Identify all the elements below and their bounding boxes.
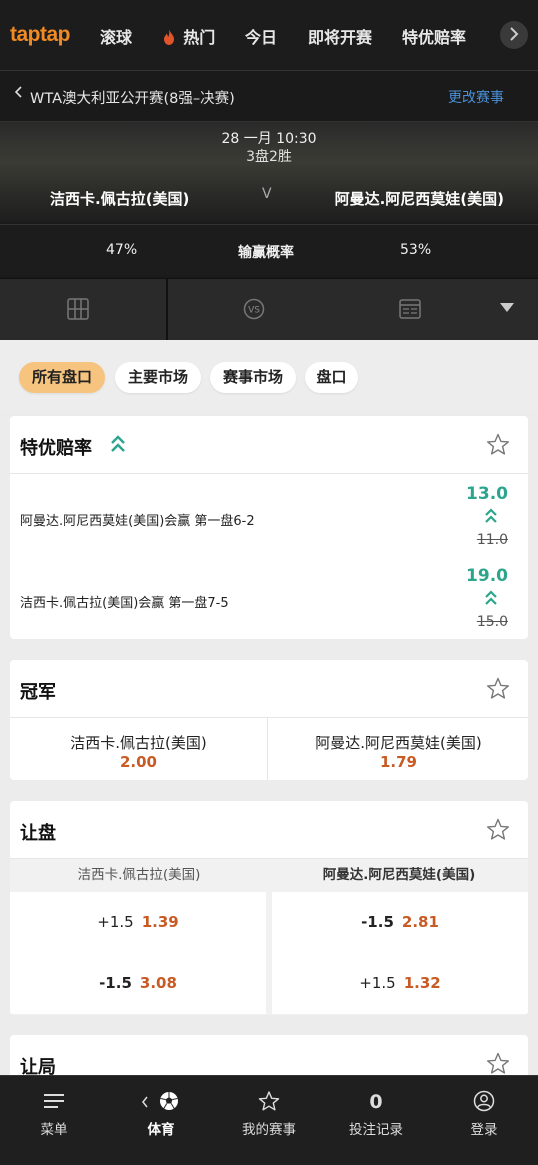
event-title[interactable]: WTA澳大利亚公开赛(8强–决赛) <box>30 87 235 108</box>
soccer-ball-icon <box>142 1092 178 1110</box>
top-nav: taptap 滚球 热门 今日 即将开赛 特优赔率 <box>0 0 538 70</box>
winner-header[interactable]: 冠军 <box>10 660 528 718</box>
handicap-odd: 1.39 <box>141 913 179 931</box>
vs-label: V <box>262 186 272 202</box>
handicap-odd: 2.81 <box>401 913 439 931</box>
handicap-line: -1.5 <box>361 913 394 931</box>
boosted-old-odd: 15.0 <box>476 614 508 630</box>
handicap-home-option[interactable]: -1.5 3.08 <box>10 953 266 1014</box>
handicap-away-option[interactable]: +1.5 1.32 <box>272 953 528 1014</box>
bottom-nav-sports[interactable]: 体育 <box>107 1076 215 1165</box>
handicap-away-option[interactable]: -1.5 2.81 <box>272 892 528 953</box>
market-filters: 所有盘口 主要市场 赛事市场 盘口 <box>0 340 538 410</box>
win-probability-row: 47% 输赢概率 53% <box>0 224 538 276</box>
winner-title: 冠军 <box>20 682 56 703</box>
nav-today[interactable]: 今日 <box>245 24 277 48</box>
event-title-row: WTA澳大利亚公开赛(8强–决赛) 更改赛事 <box>0 70 538 122</box>
scoreboard: 28 一月 10:30 3盘2胜 洁西卡.佩古拉(美国) V 阿曼达.阿尼西莫娃… <box>0 122 538 222</box>
bottom-nav-login[interactable]: 登录 <box>430 1076 538 1165</box>
bottom-nav-bet-history[interactable]: 0 投注记录 <box>322 1076 430 1165</box>
winner-card: 冠军 洁西卡.佩古拉(美国) 2.00 阿曼达.阿尼西莫娃(美国) 1.79 <box>10 660 528 780</box>
user-icon <box>473 1090 495 1112</box>
svg-text:VS: VS <box>248 306 260 316</box>
winner-home-option[interactable]: 洁西卡.佩古拉(美国) 2.00 <box>10 718 268 780</box>
bottom-nav-menu-label: 菜单 <box>40 1122 68 1138</box>
boosted-odds-header[interactable]: 特优赔率 <box>10 416 528 474</box>
stats-grid-icon <box>67 298 89 320</box>
prob-home: 47% <box>106 242 138 258</box>
back-chevron-icon[interactable] <box>14 85 24 103</box>
tab-h2h[interactable]: VS <box>166 279 342 341</box>
handicap-line: +1.5 <box>359 974 396 992</box>
bet-count-badge: 0 <box>369 1091 383 1113</box>
handicap-away-header: 阿曼达.阿尼西莫娃(美国) <box>270 859 528 891</box>
change-event-link[interactable]: 更改赛事 <box>448 87 504 107</box>
handicap-home-header: 洁西卡.佩古拉(美国) <box>10 859 268 891</box>
handicap-line: -1.5 <box>99 974 132 992</box>
match-format: 3盘2胜 <box>246 149 292 165</box>
star-icon[interactable] <box>486 433 510 456</box>
tab-scoreboard[interactable] <box>342 279 472 341</box>
handicap-odd: 1.32 <box>403 974 441 992</box>
boosted-new-odd: 13.0 <box>466 484 508 504</box>
chip-handicap[interactable]: 盘口 <box>305 362 358 393</box>
bottom-nav-my-events-label: 我的赛事 <box>242 1122 296 1138</box>
star-icon[interactable] <box>486 1052 510 1075</box>
boosted-odd-label: 阿曼达.阿尼西莫娃(美国)会赢 第一盘6-2 <box>20 514 255 529</box>
bottom-nav-menu[interactable]: 菜单 <box>0 1076 108 1165</box>
event-tab-bar: VS <box>0 278 538 341</box>
nav-upcoming[interactable]: 即将开赛 <box>308 24 372 48</box>
handicap-header[interactable]: 让盘 <box>10 801 528 859</box>
double-chevron-up-icon <box>111 435 125 452</box>
handicap-line: +1.5 <box>97 913 134 931</box>
winner-away-name: 阿曼达.阿尼西莫娃(美国) <box>315 734 482 752</box>
nav-hot[interactable]: 热门 <box>163 24 215 48</box>
boosted-odds-card: 特优赔率 阿曼达.阿尼西莫娃(美国)会赢 第一盘6-2 13.0 11.0 洁西… <box>10 416 528 639</box>
nav-live[interactable]: 滚球 <box>100 24 132 48</box>
player-home: 洁西卡.佩古拉(美国) <box>50 190 190 208</box>
star-icon[interactable] <box>486 677 510 700</box>
handicap-card: 让盘 洁西卡.佩古拉(美国) 阿曼达.阿尼西莫娃(美国) +1.5 1.39 -1… <box>10 801 528 1015</box>
handicap-home-option[interactable]: +1.5 1.39 <box>10 892 266 953</box>
nav-boosted-odds[interactable]: 特优赔率 <box>402 24 466 48</box>
winner-away-odd: 1.79 <box>379 753 417 771</box>
handicap-title: 让盘 <box>20 823 56 844</box>
prob-label: 输赢概率 <box>238 245 294 261</box>
vs-icon: VS <box>243 298 265 320</box>
flame-icon <box>163 29 180 47</box>
winner-home-name: 洁西卡.佩古拉(美国) <box>70 734 207 752</box>
star-icon <box>258 1091 280 1111</box>
winner-away-option[interactable]: 阿曼达.阿尼西莫娃(美国) 1.79 <box>269 718 528 780</box>
tab-stats[interactable] <box>0 279 166 341</box>
bottom-nav-sports-label: 体育 <box>147 1122 175 1138</box>
double-chevron-up-icon <box>485 508 497 523</box>
chevron-right-icon[interactable] <box>500 21 528 49</box>
chip-all-markets[interactable]: 所有盘口 <box>19 362 105 393</box>
scoreboard-icon <box>399 299 421 319</box>
boosted-odd-row[interactable]: 阿曼达.阿尼西莫娃(美国)会赢 第一盘6-2 13.0 11.0 <box>10 478 528 558</box>
double-chevron-up-icon <box>485 590 497 605</box>
taptap-logo[interactable]: taptap <box>10 23 71 47</box>
nav-hot-label: 热门 <box>183 28 216 47</box>
player-away: 阿曼达.阿尼西莫娃(美国) <box>334 190 504 208</box>
match-datetime: 28 一月 10:30 <box>221 131 317 147</box>
caret-down-icon[interactable] <box>472 279 538 341</box>
boosted-old-odd: 11.0 <box>476 532 508 548</box>
bottom-nav-bet-history-label: 投注记录 <box>349 1122 403 1138</box>
boosted-odd-row[interactable]: 洁西卡.佩古拉(美国)会赢 第一盘7-5 19.0 15.0 <box>10 560 528 639</box>
event-header: WTA澳大利亚公开赛(8强–决赛) 更改赛事 28 一月 10:30 3盘2胜 … <box>0 70 538 341</box>
bottom-nav-my-events[interactable]: 我的赛事 <box>215 1076 323 1165</box>
menu-icon <box>44 1094 64 1108</box>
boosted-new-odd: 19.0 <box>466 566 508 586</box>
star-icon[interactable] <box>486 818 510 841</box>
winner-home-odd: 2.00 <box>119 753 157 771</box>
handicap-odd: 3.08 <box>139 974 177 992</box>
prob-away: 53% <box>400 242 432 258</box>
boosted-odds-title: 特优赔率 <box>20 438 92 459</box>
bottom-nav-login-label: 登录 <box>470 1122 498 1138</box>
chip-event-markets[interactable]: 赛事市场 <box>210 362 296 393</box>
chip-main-markets[interactable]: 主要市场 <box>115 362 201 393</box>
bottom-nav: 菜单 体育 我的赛事 0 投注记录 登录 <box>0 1075 538 1165</box>
boosted-odd-label: 洁西卡.佩古拉(美国)会赢 第一盘7-5 <box>20 596 229 611</box>
